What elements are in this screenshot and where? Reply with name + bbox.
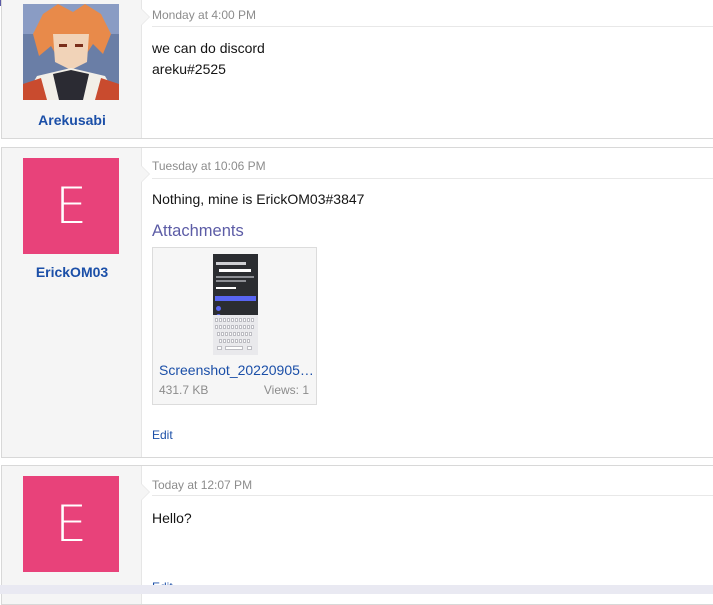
divider [152,26,713,27]
username[interactable]: Arekusabi [2,112,142,128]
edit-link[interactable]: Edit [152,428,173,442]
username[interactable]: ErickOM03 [2,264,142,280]
avatar[interactable]: E [23,158,119,254]
attachments-heading: Attachments [152,222,244,240]
post-timestamp[interactable]: Tuesday at 10:06 PM [152,159,266,173]
keyboard-area [213,315,258,355]
post-timestamp[interactable]: Monday at 4:00 PM [152,8,256,22]
message-thread: Arekusabi Monday at 4:00 PM we can do di… [0,0,713,605]
post-user-panel: E ErickOM03 [2,148,150,457]
divider [152,495,713,496]
attachment-filename-link[interactable]: Screenshot_20220905-220557.png [159,362,314,378]
message-text: Nothing, mine is ErickOM03#3847 [152,191,365,207]
attachment-views: Views: 1 [263,383,309,397]
post: Arekusabi Monday at 4:00 PM we can do di… [1,0,713,139]
post: E ErickOM03 Tuesday at 10:06 PM Nothing,… [1,147,713,458]
message-line: we can do discord [152,40,265,56]
avatar-letter: E [55,495,87,553]
divider [152,178,713,179]
attachment-thumbnail[interactable] [213,254,258,355]
avatar[interactable]: E [23,476,119,572]
avatar-image [23,4,119,100]
avatar-letter: E [55,177,87,235]
message-line: areku#2525 [152,61,226,77]
post: E Today at 12:07 PM Hello? Edit [1,465,713,605]
attachment-card[interactable]: Screenshot_20220905-220557.png 431.7 KB … [152,247,317,405]
message-text: we can do discord areku#2525 [152,38,265,80]
post-timestamp[interactable]: Today at 12:07 PM [152,478,252,492]
message-text: Hello? [152,510,192,526]
bottom-bar [0,585,713,594]
avatar[interactable] [23,4,119,100]
attachment-size: 431.7 KB [159,383,209,397]
post-user-panel: E [2,466,150,604]
post-user-panel: Arekusabi [2,0,150,138]
